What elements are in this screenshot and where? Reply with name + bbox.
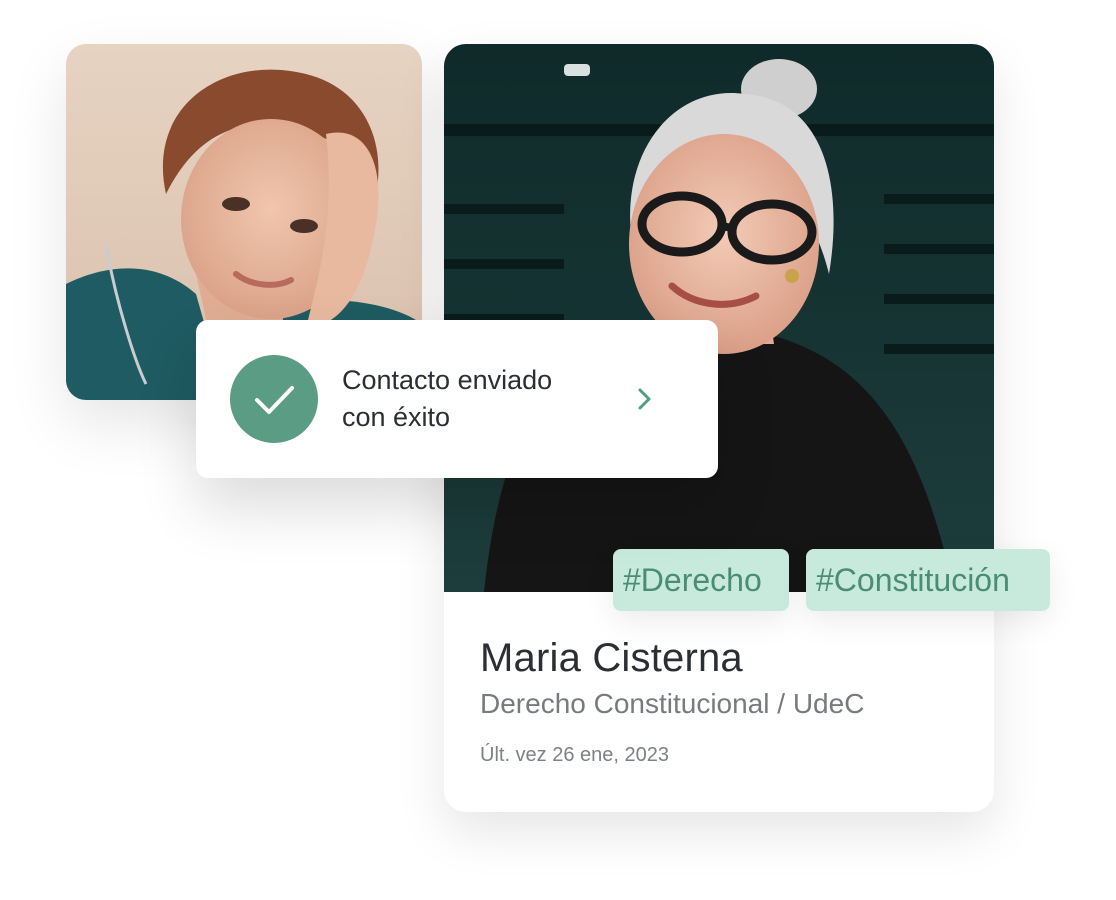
toast-message: Contacto enviado con éxito	[342, 362, 632, 436]
success-toast[interactable]: Contacto enviado con éxito	[196, 320, 718, 478]
stage: Maria Cisterna Derecho Constitucional / …	[0, 0, 1116, 900]
tag-constitucion[interactable]: #Constitución	[806, 549, 1050, 611]
chevron-right-icon[interactable]	[634, 386, 656, 412]
last-seen-date: Últ. vez 26 ene, 2023	[480, 744, 670, 766]
profile-photo	[444, 44, 994, 592]
tag-derecho[interactable]: #Derecho	[613, 549, 789, 611]
profile-role: Derecho Constitucional / UdeC	[480, 688, 865, 719]
toast-message-line2: con éxito	[342, 402, 451, 432]
toast-message-line1: Contacto enviado	[342, 365, 553, 395]
profile-name: Maria Cisterna	[480, 636, 743, 680]
check-icon	[230, 355, 318, 443]
